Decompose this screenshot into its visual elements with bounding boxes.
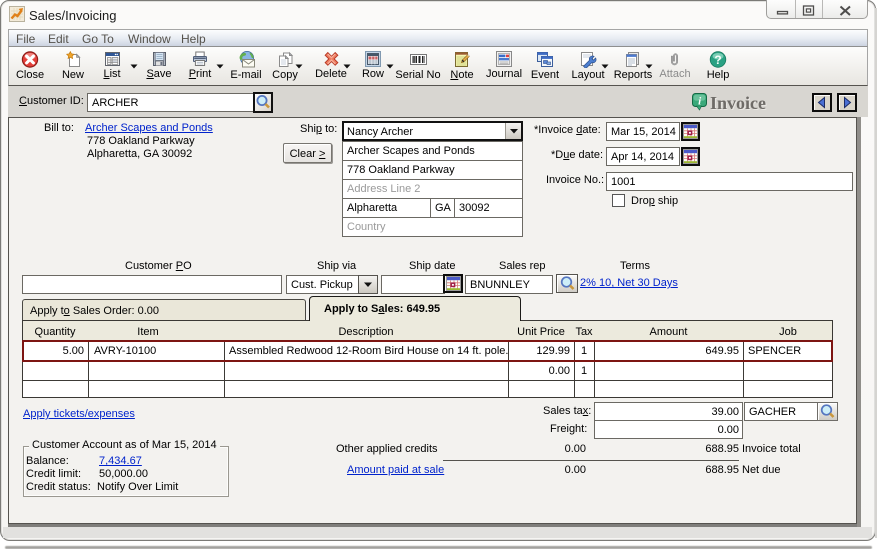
svg-text:?: ? [714, 53, 721, 67]
